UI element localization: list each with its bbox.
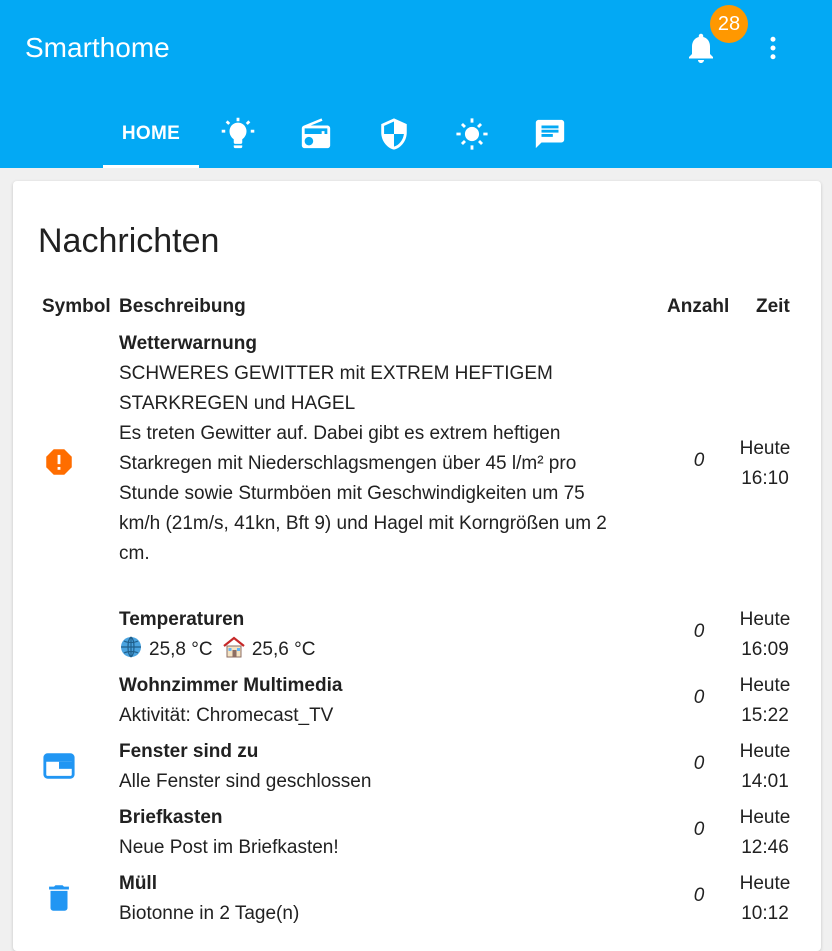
tab-messages[interactable]	[511, 100, 589, 168]
column-header-time: Zeit	[756, 296, 790, 317]
message-icon	[535, 119, 565, 149]
row-count: 0	[693, 621, 705, 642]
house-icon	[223, 636, 245, 658]
row-time-day: Heute	[739, 741, 791, 762]
row-count: 0	[693, 885, 705, 906]
row-count: 0	[693, 450, 705, 471]
row-text-line: STARKREGEN und HAGEL	[119, 393, 356, 414]
row-count: 0	[693, 687, 705, 708]
column-header-symbol: Symbol	[42, 296, 111, 317]
row-text: Neue Post im Briefkasten!	[119, 837, 339, 858]
row-time-clock: 15:22	[741, 705, 789, 726]
lightbulb-icon	[221, 117, 255, 149]
row-title: Müll	[119, 873, 157, 894]
row-time-day: Heute	[739, 438, 791, 459]
inside-temperature: 25,6 °C	[251, 639, 316, 660]
row-time-clock: 16:09	[741, 639, 789, 660]
shield-icon	[381, 118, 407, 150]
messages-card: Nachrichten Symbol Beschreibung Anzahl Z…	[13, 181, 821, 951]
row-title: Briefkasten	[119, 807, 223, 828]
row-title: Wetterwarnung	[119, 333, 257, 354]
tab-lights[interactable]	[199, 100, 277, 168]
row-text: 25,8 °C 25,6 °C	[119, 635, 667, 665]
globe-icon	[121, 636, 141, 658]
tab-media[interactable]	[277, 100, 355, 168]
row-time-clock: 16:10	[741, 468, 789, 489]
row-time-clock: 10:12	[741, 903, 789, 924]
row-time-clock: 14:01	[741, 771, 789, 792]
notification-badge[interactable]: 28	[710, 5, 748, 43]
row-text: Biotonne in 2 Tage(n)	[119, 903, 300, 924]
row-text-line: SCHWERES GEWITTER mit EXTREM HEFTIGEM	[119, 363, 553, 384]
alert-octagon-icon	[46, 449, 72, 475]
row-title: Wohnzimmer Multimedia	[119, 675, 343, 696]
window-closed-icon	[43, 753, 75, 779]
row-count: 0	[693, 753, 705, 774]
app-title: Smarthome	[25, 32, 170, 63]
row-time-day: Heute	[739, 873, 791, 894]
row-title: Fenster sind zu	[119, 741, 259, 762]
row-count: 0	[693, 819, 705, 840]
tab-security[interactable]	[355, 100, 433, 168]
row-text-line: Starkregen mit Niederschlagsmengen über …	[119, 453, 577, 474]
row-text-line: cm.	[119, 543, 150, 564]
column-header-count: Anzahl	[667, 296, 730, 317]
row-time-day: Heute	[739, 675, 791, 696]
trash-can-icon	[49, 885, 69, 911]
card-title: Nachrichten	[38, 222, 220, 260]
outside-temperature: 25,8 °C	[149, 639, 213, 660]
row-text-line: Es treten Gewitter auf. Dabei gibt es ex…	[119, 423, 561, 444]
radio-icon	[301, 118, 331, 149]
app-header: Smarthome 28 HOME	[0, 0, 832, 168]
row-title: Temperaturen	[119, 609, 245, 630]
tab-bar: HOME	[103, 100, 589, 168]
row-text-line: km/h (21m/s, 41kn, Bft 9) und Hagel mit …	[119, 513, 607, 534]
sun-icon	[456, 118, 488, 150]
row-text-line: Stunde sowie Sturmböen mit Geschwindigke…	[119, 483, 585, 504]
column-header-description: Beschreibung	[119, 296, 246, 317]
row-time-clock: 12:46	[741, 837, 789, 858]
more-vert-icon[interactable]	[758, 32, 788, 64]
row-text: Aktivität: Chromecast_TV	[119, 705, 334, 726]
row-text: Alle Fenster sind geschlossen	[119, 771, 372, 792]
tab-weather[interactable]	[433, 100, 511, 168]
tab-home[interactable]: HOME	[103, 100, 199, 168]
row-time-day: Heute	[739, 609, 791, 630]
row-time-day: Heute	[739, 807, 791, 828]
